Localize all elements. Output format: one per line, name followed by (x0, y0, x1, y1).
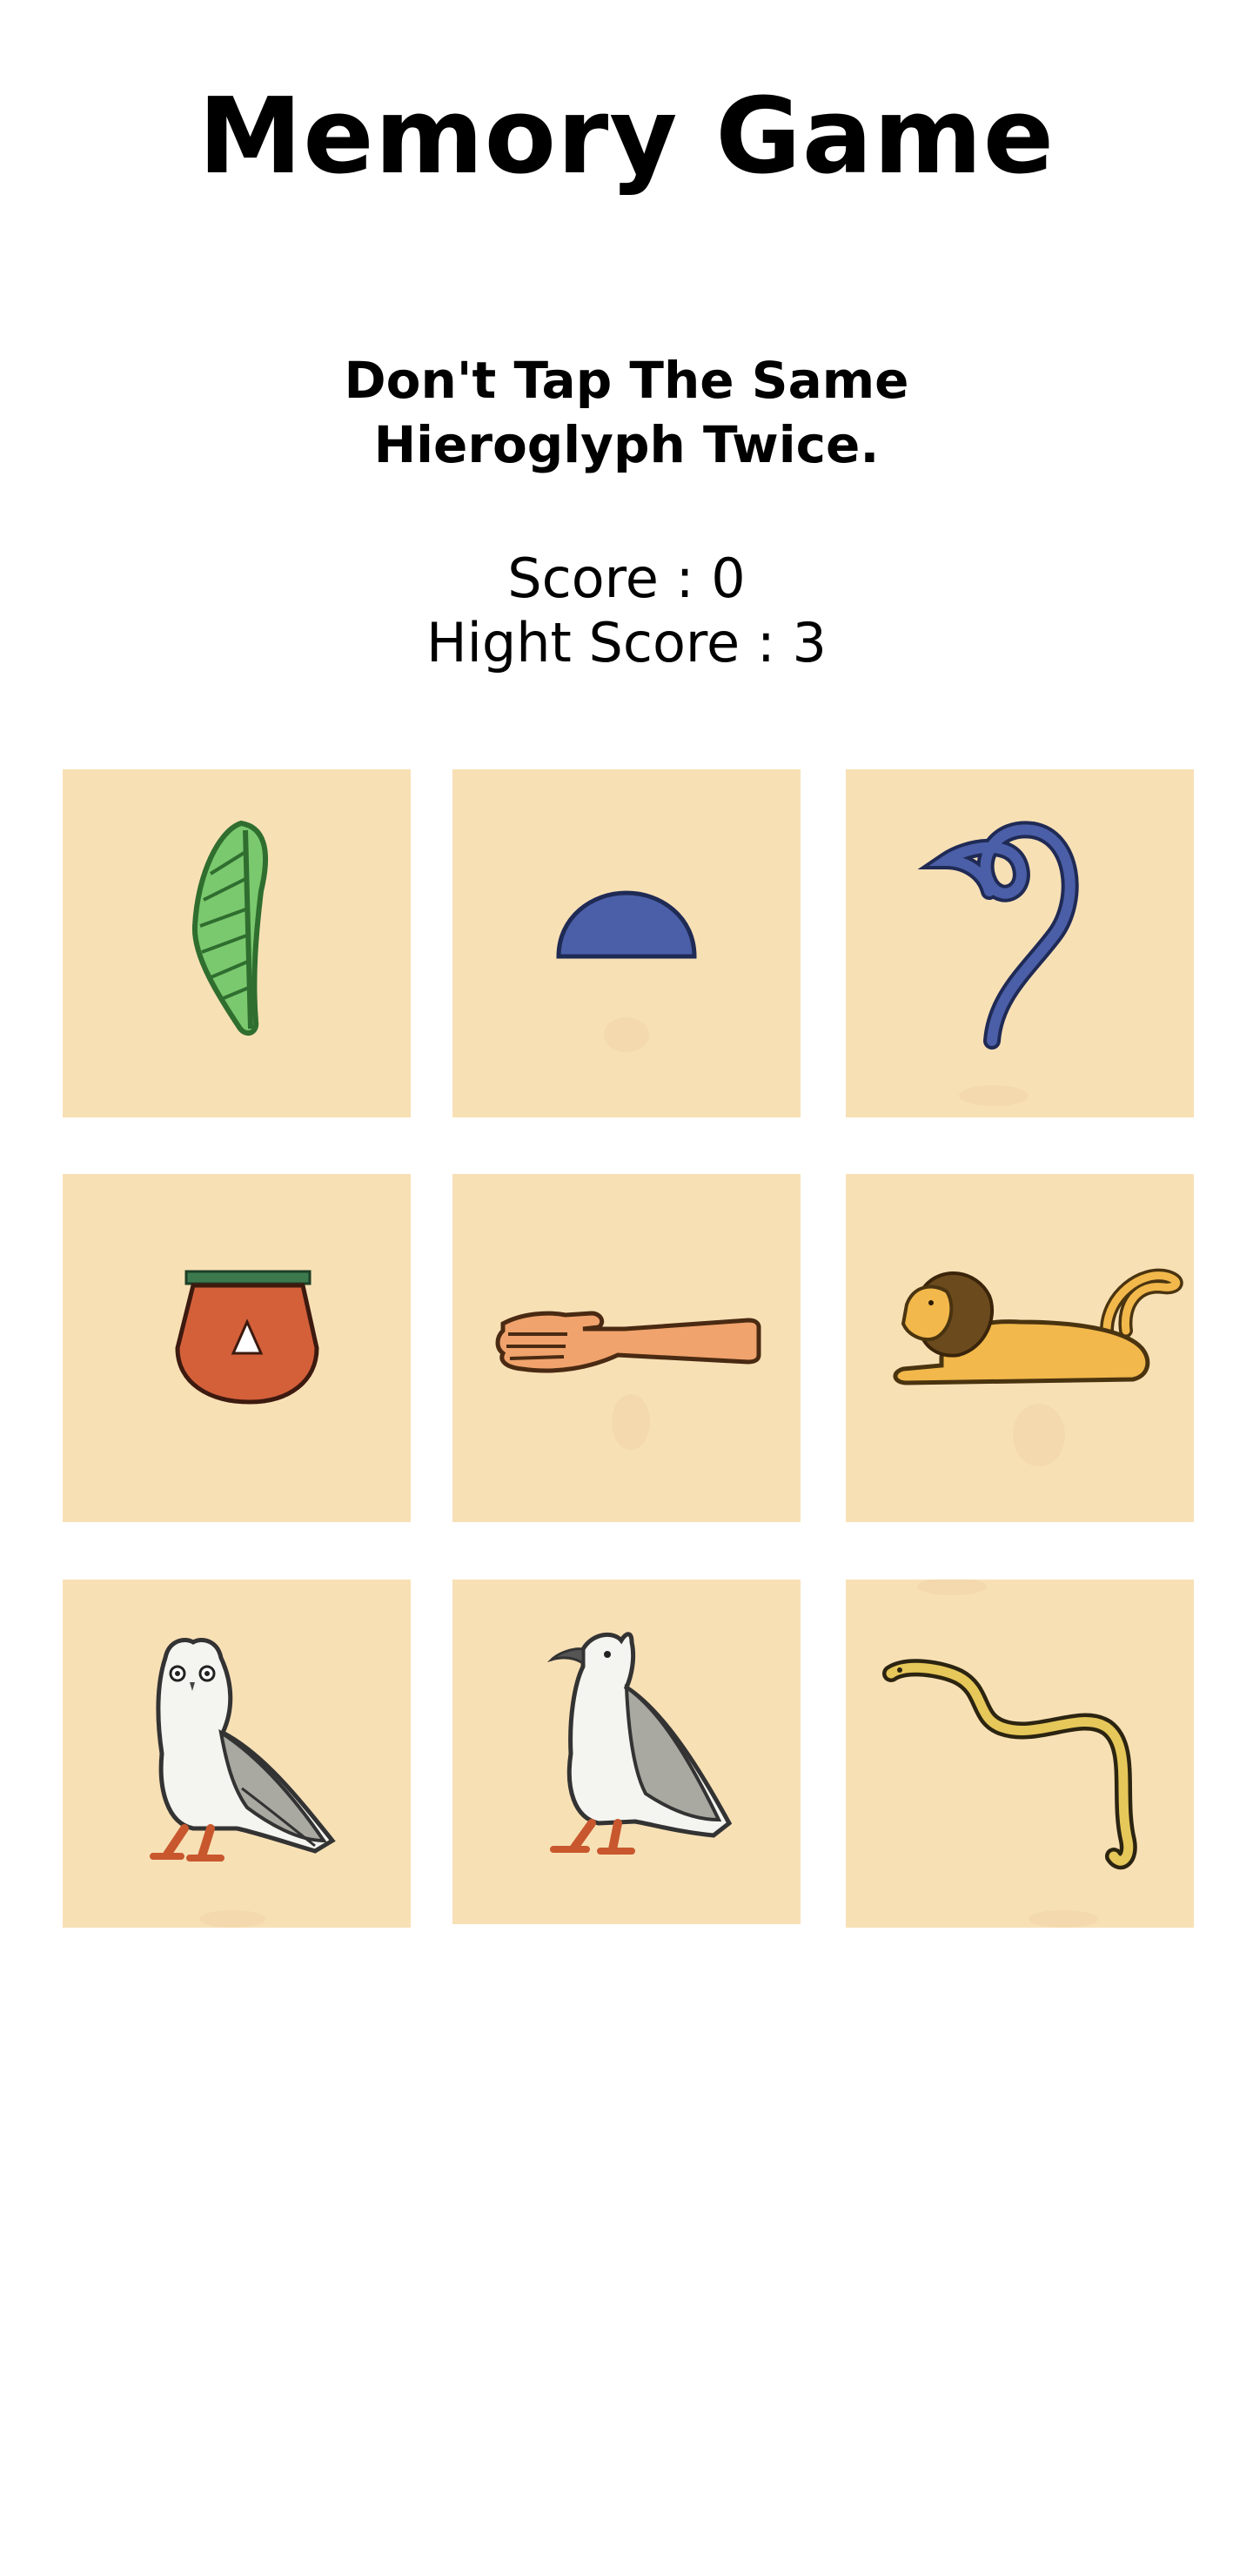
instruction-line-2: Hieroglyph Twice. (373, 415, 880, 474)
basket-handle-icon (175, 1270, 319, 1405)
twisted-flax-icon (917, 821, 1079, 1106)
forearm-hand-icon (495, 1311, 761, 1450)
recumbent-lion-icon (893, 1268, 1183, 1466)
game-instruction: Don't Tap The Same Hieroglyph Twice. (0, 348, 1253, 477)
hieroglyph-tile-bread-loaf[interactable] (452, 769, 801, 1117)
score-panel: Score : 0 Hight Score : 3 (0, 547, 1253, 675)
current-score: Score : 0 (507, 547, 746, 610)
hieroglyph-grid (63, 769, 1194, 1931)
hieroglyph-tile-lion[interactable] (846, 1174, 1194, 1522)
hieroglyph-tile-snake[interactable] (846, 1580, 1194, 1928)
reed-leaf-icon (191, 820, 269, 1036)
cobra-snake-icon (882, 1580, 1137, 1928)
owl-icon (150, 1637, 336, 1928)
hieroglyph-tile-owl[interactable] (63, 1580, 411, 1928)
hieroglyph-tile-twisted-flax[interactable] (846, 769, 1194, 1117)
instruction-line-1: Don't Tap The Same (344, 351, 909, 410)
hieroglyph-tile-basket[interactable] (63, 1174, 411, 1522)
hieroglyph-tile-forearm[interactable] (452, 1174, 801, 1522)
page-title: Memory Game (198, 77, 1055, 198)
high-score: Hight Score : 3 (426, 611, 827, 674)
hieroglyph-tile-reed-leaf[interactable] (63, 769, 411, 1117)
hieroglyph-tile-vulture[interactable] (452, 1580, 801, 1924)
vulture-icon (546, 1632, 733, 1855)
bread-loaf-icon (556, 890, 697, 1052)
